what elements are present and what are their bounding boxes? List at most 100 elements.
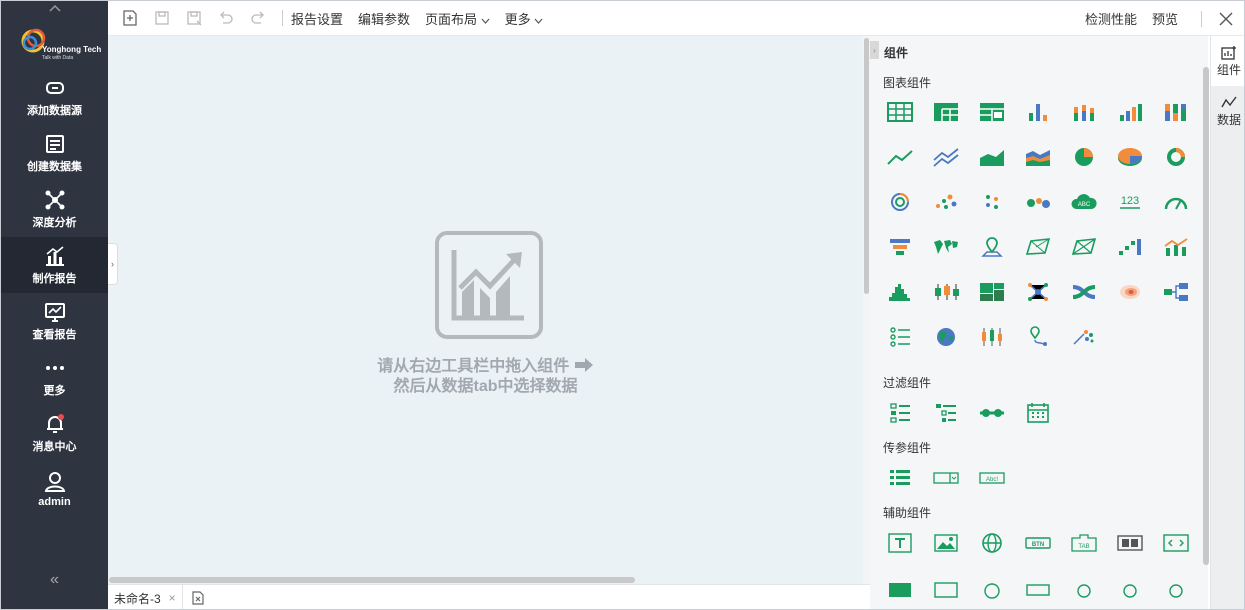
world-map-component[interactable] bbox=[923, 224, 969, 269]
sidebar-collapse-button[interactable]: « bbox=[1, 571, 108, 589]
table-component[interactable] bbox=[877, 89, 923, 134]
percent-bar-component[interactable] bbox=[1153, 89, 1199, 134]
card-component[interactable] bbox=[1107, 520, 1153, 565]
kpi-number-component[interactable]: 123 bbox=[1107, 179, 1153, 224]
export-button[interactable] bbox=[183, 585, 213, 609]
panel-collapse-button[interactable]: › bbox=[870, 41, 879, 59]
save-button[interactable] bbox=[146, 1, 178, 36]
param-dropdown-component[interactable] bbox=[923, 455, 969, 500]
scrollbar-thumb[interactable] bbox=[864, 38, 869, 294]
preview-button[interactable]: 预览 bbox=[1152, 9, 1178, 28]
box-plot-component[interactable] bbox=[923, 269, 969, 314]
grouped-bar-component[interactable] bbox=[1107, 89, 1153, 134]
sankey-component[interactable] bbox=[1061, 269, 1107, 314]
tab-components[interactable]: 组件 bbox=[1211, 36, 1244, 86]
route-map-component[interactable] bbox=[1015, 314, 1061, 359]
region-map-component[interactable] bbox=[1015, 224, 1061, 269]
menu-edit-params[interactable]: 编辑参数 bbox=[358, 9, 410, 28]
save-as-button[interactable] bbox=[178, 1, 210, 36]
tree-filter-component[interactable] bbox=[923, 390, 969, 435]
donut-chart-component[interactable] bbox=[1153, 134, 1199, 179]
web-component[interactable] bbox=[969, 520, 1015, 565]
relation-graph-component[interactable] bbox=[1015, 269, 1061, 314]
menu-report-settings[interactable]: 报告设置 bbox=[291, 9, 343, 28]
ring-chart-component[interactable] bbox=[877, 179, 923, 224]
calendar-filter-component[interactable] bbox=[1015, 390, 1061, 435]
treemap-component[interactable] bbox=[969, 269, 1015, 314]
crosstab-component[interactable] bbox=[923, 89, 969, 134]
aux-item-14[interactable] bbox=[1153, 565, 1199, 609]
dot-plot-component[interactable] bbox=[969, 179, 1015, 224]
flow-map-component[interactable] bbox=[1061, 224, 1107, 269]
globe-component[interactable] bbox=[923, 314, 969, 359]
image-component[interactable] bbox=[923, 520, 969, 565]
tab-component[interactable]: TAB bbox=[1061, 520, 1107, 565]
redo-button[interactable] bbox=[242, 1, 274, 36]
pie-chart-component[interactable] bbox=[1061, 134, 1107, 179]
doc-tab-untitled-3[interactable]: 未命名-3 × bbox=[108, 585, 183, 609]
canvas-expander[interactable]: › bbox=[108, 243, 118, 285]
new-report-button[interactable] bbox=[114, 1, 146, 36]
menu-more[interactable]: 更多 bbox=[505, 9, 544, 28]
report-canvas[interactable]: 请从右边工具栏中拖入组件 然后从数据tab中选择数据 bbox=[108, 36, 863, 584]
button-component[interactable]: BTN bbox=[1015, 520, 1061, 565]
histogram-component[interactable] bbox=[877, 269, 923, 314]
world-map-icon bbox=[934, 239, 958, 254]
funnel-component[interactable] bbox=[877, 224, 923, 269]
particle-effect-component[interactable] bbox=[1061, 314, 1107, 359]
candlestick-component[interactable] bbox=[969, 314, 1015, 359]
sidebar-item-label: 消息中心 bbox=[32, 440, 77, 453]
bar-chart-component[interactable] bbox=[1015, 89, 1061, 134]
grouped-bar-icon bbox=[1120, 103, 1142, 121]
multi-line-component[interactable] bbox=[923, 134, 969, 179]
aux-item-8[interactable] bbox=[877, 565, 923, 609]
stacked-bar-component[interactable] bbox=[1061, 89, 1107, 134]
sidebar-item-make-report[interactable]: 制作报告 bbox=[1, 237, 108, 293]
embed-component[interactable] bbox=[1153, 520, 1199, 565]
scatter-component[interactable] bbox=[923, 179, 969, 224]
3d-pie-component[interactable] bbox=[1107, 134, 1153, 179]
aux-item-13[interactable] bbox=[1107, 565, 1153, 609]
range-slider-component[interactable] bbox=[969, 390, 1015, 435]
panel-scrollbar[interactable] bbox=[1203, 67, 1209, 565]
freestyle-table-component[interactable] bbox=[969, 89, 1015, 134]
word-cloud-component[interactable]: ABC bbox=[1061, 179, 1107, 224]
sidebar-item-view-report[interactable]: 查看报告 bbox=[1, 293, 108, 349]
map-pin-component[interactable] bbox=[969, 224, 1015, 269]
sidebar-item-more[interactable]: 更多 bbox=[1, 349, 108, 405]
sidebar-item-create-dataset[interactable]: 创建数据集 bbox=[1, 125, 108, 181]
bubble-chart-component[interactable] bbox=[1015, 179, 1061, 224]
waterfall-component[interactable] bbox=[1107, 224, 1153, 269]
canvas-vertical-scrollbar[interactable] bbox=[863, 36, 870, 584]
combo-chart-component[interactable] bbox=[1153, 224, 1199, 269]
sidebar-item-user[interactable]: admin bbox=[1, 461, 108, 517]
waterfall-icon bbox=[1119, 238, 1141, 255]
aux-item-11[interactable] bbox=[1015, 565, 1061, 609]
menu-page-layout[interactable]: 页面布局 bbox=[425, 9, 490, 28]
sidebar-item-add-datasource[interactable]: 添加数据源 bbox=[1, 69, 108, 125]
stacked-area-component[interactable] bbox=[1015, 134, 1061, 179]
tree-chart-component[interactable] bbox=[1153, 269, 1199, 314]
sidebar-item-deep-analysis[interactable]: 深度分析 bbox=[1, 181, 108, 237]
list-chart-component[interactable] bbox=[877, 314, 923, 359]
close-button[interactable] bbox=[1210, 1, 1242, 36]
aux-item-12[interactable] bbox=[1061, 565, 1107, 609]
undo-button[interactable] bbox=[210, 1, 242, 36]
param-textbox-component[interactable]: Abc! bbox=[969, 455, 1015, 500]
list-filter-component[interactable] bbox=[877, 390, 923, 435]
area-chart-component[interactable] bbox=[969, 134, 1015, 179]
sidebar-scroll-up[interactable] bbox=[1, 1, 108, 15]
heatmap-component[interactable] bbox=[1107, 269, 1153, 314]
text-component[interactable] bbox=[877, 520, 923, 565]
aux-item-9[interactable] bbox=[923, 565, 969, 609]
line-chart-component[interactable] bbox=[877, 134, 923, 179]
check-performance-button[interactable]: 检测性能 bbox=[1085, 9, 1137, 28]
canvas-horizontal-scrollbar[interactable] bbox=[109, 577, 635, 583]
param-list-component[interactable] bbox=[877, 455, 923, 500]
sidebar-item-messages[interactable]: 消息中心 bbox=[1, 405, 108, 461]
list-filter-icon bbox=[890, 402, 910, 423]
aux-item-10[interactable] bbox=[969, 565, 1015, 609]
gauge-component[interactable] bbox=[1153, 179, 1199, 224]
tab-data[interactable]: 数据 bbox=[1211, 86, 1244, 136]
doc-tab-close-icon[interactable]: × bbox=[169, 591, 176, 605]
